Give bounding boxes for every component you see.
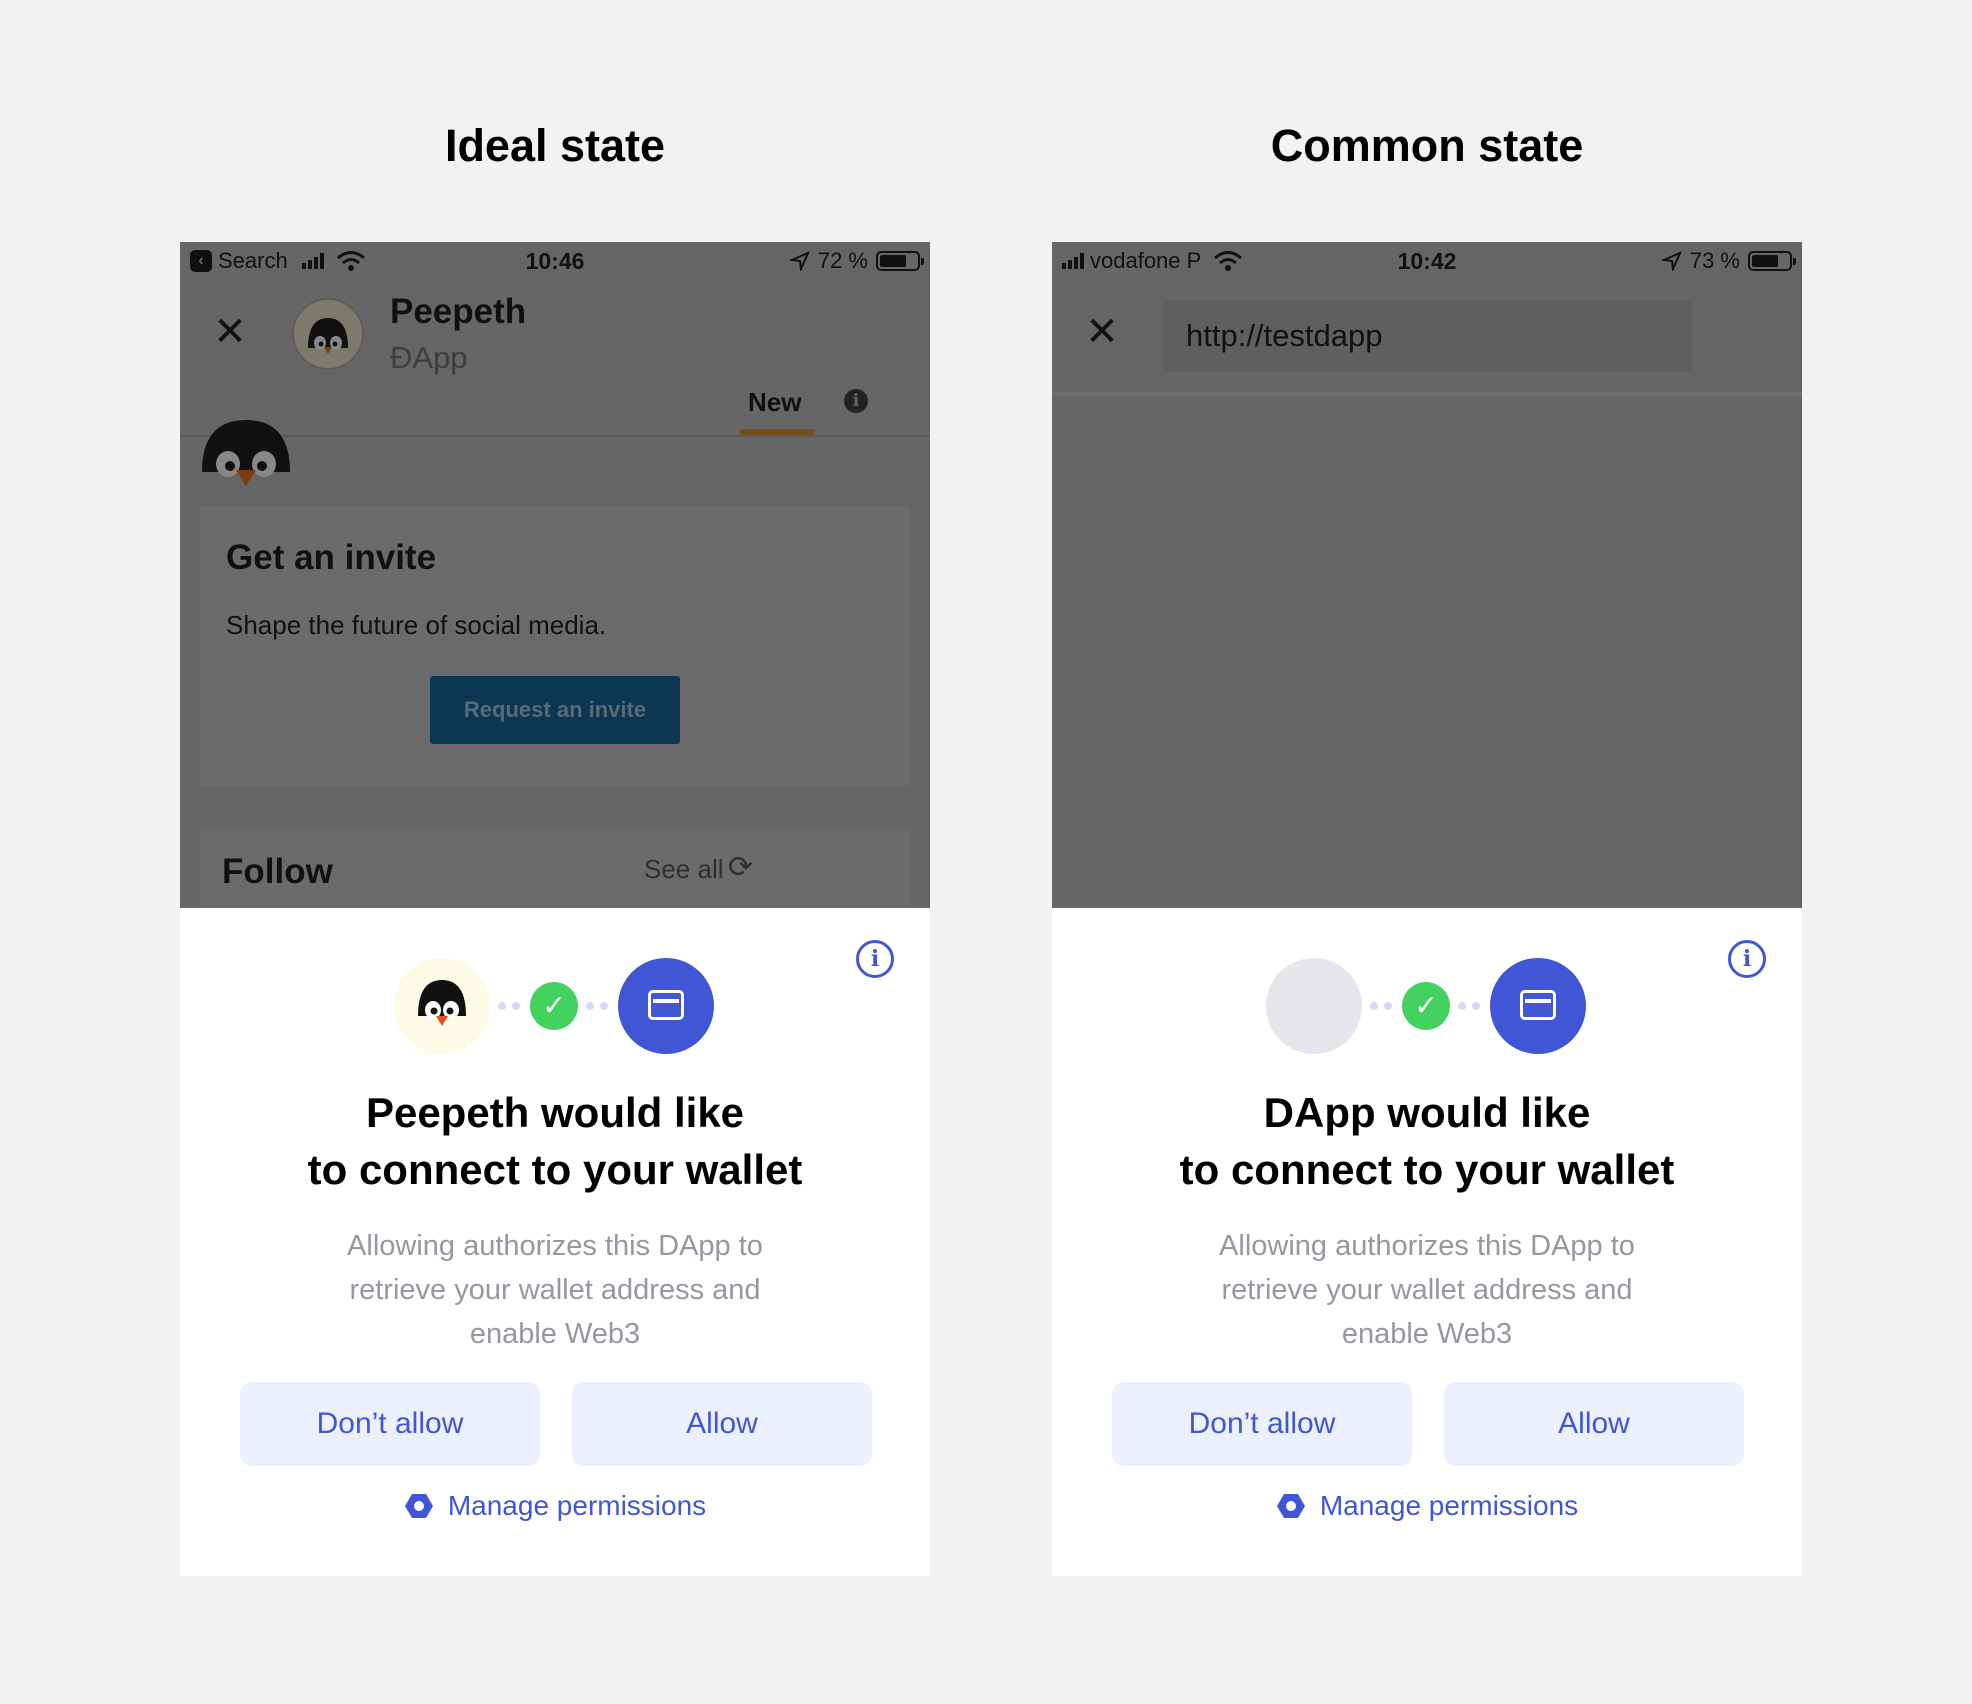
common-state-title: Common state	[1270, 120, 1584, 171]
connect-wallet-sheet: i ✓ DApp would like to connect to your w…	[1052, 908, 1802, 1576]
connection-graphic: ✓	[180, 958, 930, 1054]
dont-allow-button[interactable]: Don’t allow	[240, 1382, 540, 1466]
see-all-link[interactable]: See all	[644, 854, 724, 885]
status-bar: ‹ Search 10:46 72 %	[180, 242, 930, 282]
peepeth-logo-icon	[308, 318, 348, 354]
manage-permissions-label[interactable]: Manage permissions	[448, 1490, 706, 1522]
wallet-icon	[1490, 958, 1586, 1054]
location-icon	[1661, 251, 1682, 271]
dapp-subtitle: ĐApp	[390, 340, 468, 375]
url-bar[interactable]: http://testdapp	[1162, 300, 1692, 372]
dont-allow-button[interactable]: Don’t allow	[1112, 1382, 1412, 1466]
connector-dot	[1384, 1002, 1392, 1010]
connection-graphic: ✓	[1052, 958, 1802, 1054]
dapp-placeholder-icon	[1266, 958, 1362, 1054]
check-icon: ✓	[1402, 982, 1450, 1030]
connector-dot	[586, 1002, 594, 1010]
request-invite-button[interactable]: Request an invite	[430, 676, 680, 744]
follow-title: Follow	[222, 852, 333, 891]
refresh-icon[interactable]: ⟳	[728, 850, 753, 885]
follow-card: Follow See all ⟳	[200, 828, 910, 908]
battery-percent: 72 %	[817, 248, 868, 273]
battery-percent: 73 %	[1689, 248, 1740, 273]
invite-card-text: Shape the future of social media.	[226, 610, 607, 640]
dapp-avatar	[292, 298, 364, 370]
allow-button[interactable]: Allow	[1444, 1382, 1744, 1466]
common-state-phone: vodafone P 10:42 73 % ✕ http://testdapp …	[1052, 242, 1802, 1576]
connector-dot	[498, 1002, 506, 1010]
info-icon[interactable]: i	[844, 389, 868, 413]
dapp-title: Peepeth	[390, 292, 527, 331]
manage-permissions-link[interactable]: Manage permissions	[1052, 1490, 1802, 1522]
connector-dot	[600, 1002, 608, 1010]
wallet-icon	[618, 958, 714, 1054]
manage-permissions-label[interactable]: Manage permissions	[1320, 1490, 1578, 1522]
close-icon[interactable]: ✕	[1084, 312, 1120, 352]
check-icon: ✓	[530, 982, 578, 1030]
manage-permissions-link[interactable]: Manage permissions	[180, 1490, 930, 1522]
tab-indicator	[740, 429, 814, 435]
connect-wallet-sheet: i ✓ Peepeth would like to connect to you…	[180, 908, 930, 1576]
allow-button[interactable]: Allow	[572, 1382, 872, 1466]
dimmed-background: ‹ Search 10:46 72 % ✕ Peepeth ĐApp New i…	[180, 242, 930, 908]
manage-permissions-icon	[1276, 1494, 1305, 1518]
connector-dot	[1472, 1002, 1480, 1010]
location-icon	[789, 251, 810, 271]
peepeth-logo-icon	[418, 980, 466, 1026]
close-icon[interactable]: ✕	[212, 312, 248, 352]
tab-new[interactable]: New	[748, 387, 801, 418]
invite-card: Get an invite Shape the future of social…	[200, 506, 910, 786]
invite-card-title: Get an invite	[226, 538, 437, 577]
battery-icon	[1748, 251, 1796, 271]
ideal-state-phone: ‹ Search 10:46 72 % ✕ Peepeth ĐApp New i…	[180, 242, 930, 1576]
connector-dot	[512, 1002, 520, 1010]
dapp-icon	[394, 958, 490, 1054]
connect-title: DApp would like to connect to your walle…	[1179, 1089, 1675, 1193]
battery-icon	[876, 251, 924, 271]
dimmed-background: vodafone P 10:42 73 % ✕ http://testdapp	[1052, 242, 1802, 908]
peepeth-mascot-icon	[202, 420, 290, 486]
ideal-state-title: Ideal state	[444, 120, 666, 171]
connector-dot	[1370, 1002, 1378, 1010]
connect-description: Allowing authorizes this DApp to retriev…	[347, 1230, 763, 1350]
connect-description: Allowing authorizes this DApp to retriev…	[1219, 1230, 1635, 1350]
header-divider	[1052, 392, 1802, 396]
connect-title: Peepeth would like to connect to your wa…	[307, 1089, 803, 1193]
manage-permissions-icon	[404, 1494, 433, 1518]
status-bar: vodafone P 10:42 73 %	[1052, 242, 1802, 282]
connector-dot	[1458, 1002, 1466, 1010]
